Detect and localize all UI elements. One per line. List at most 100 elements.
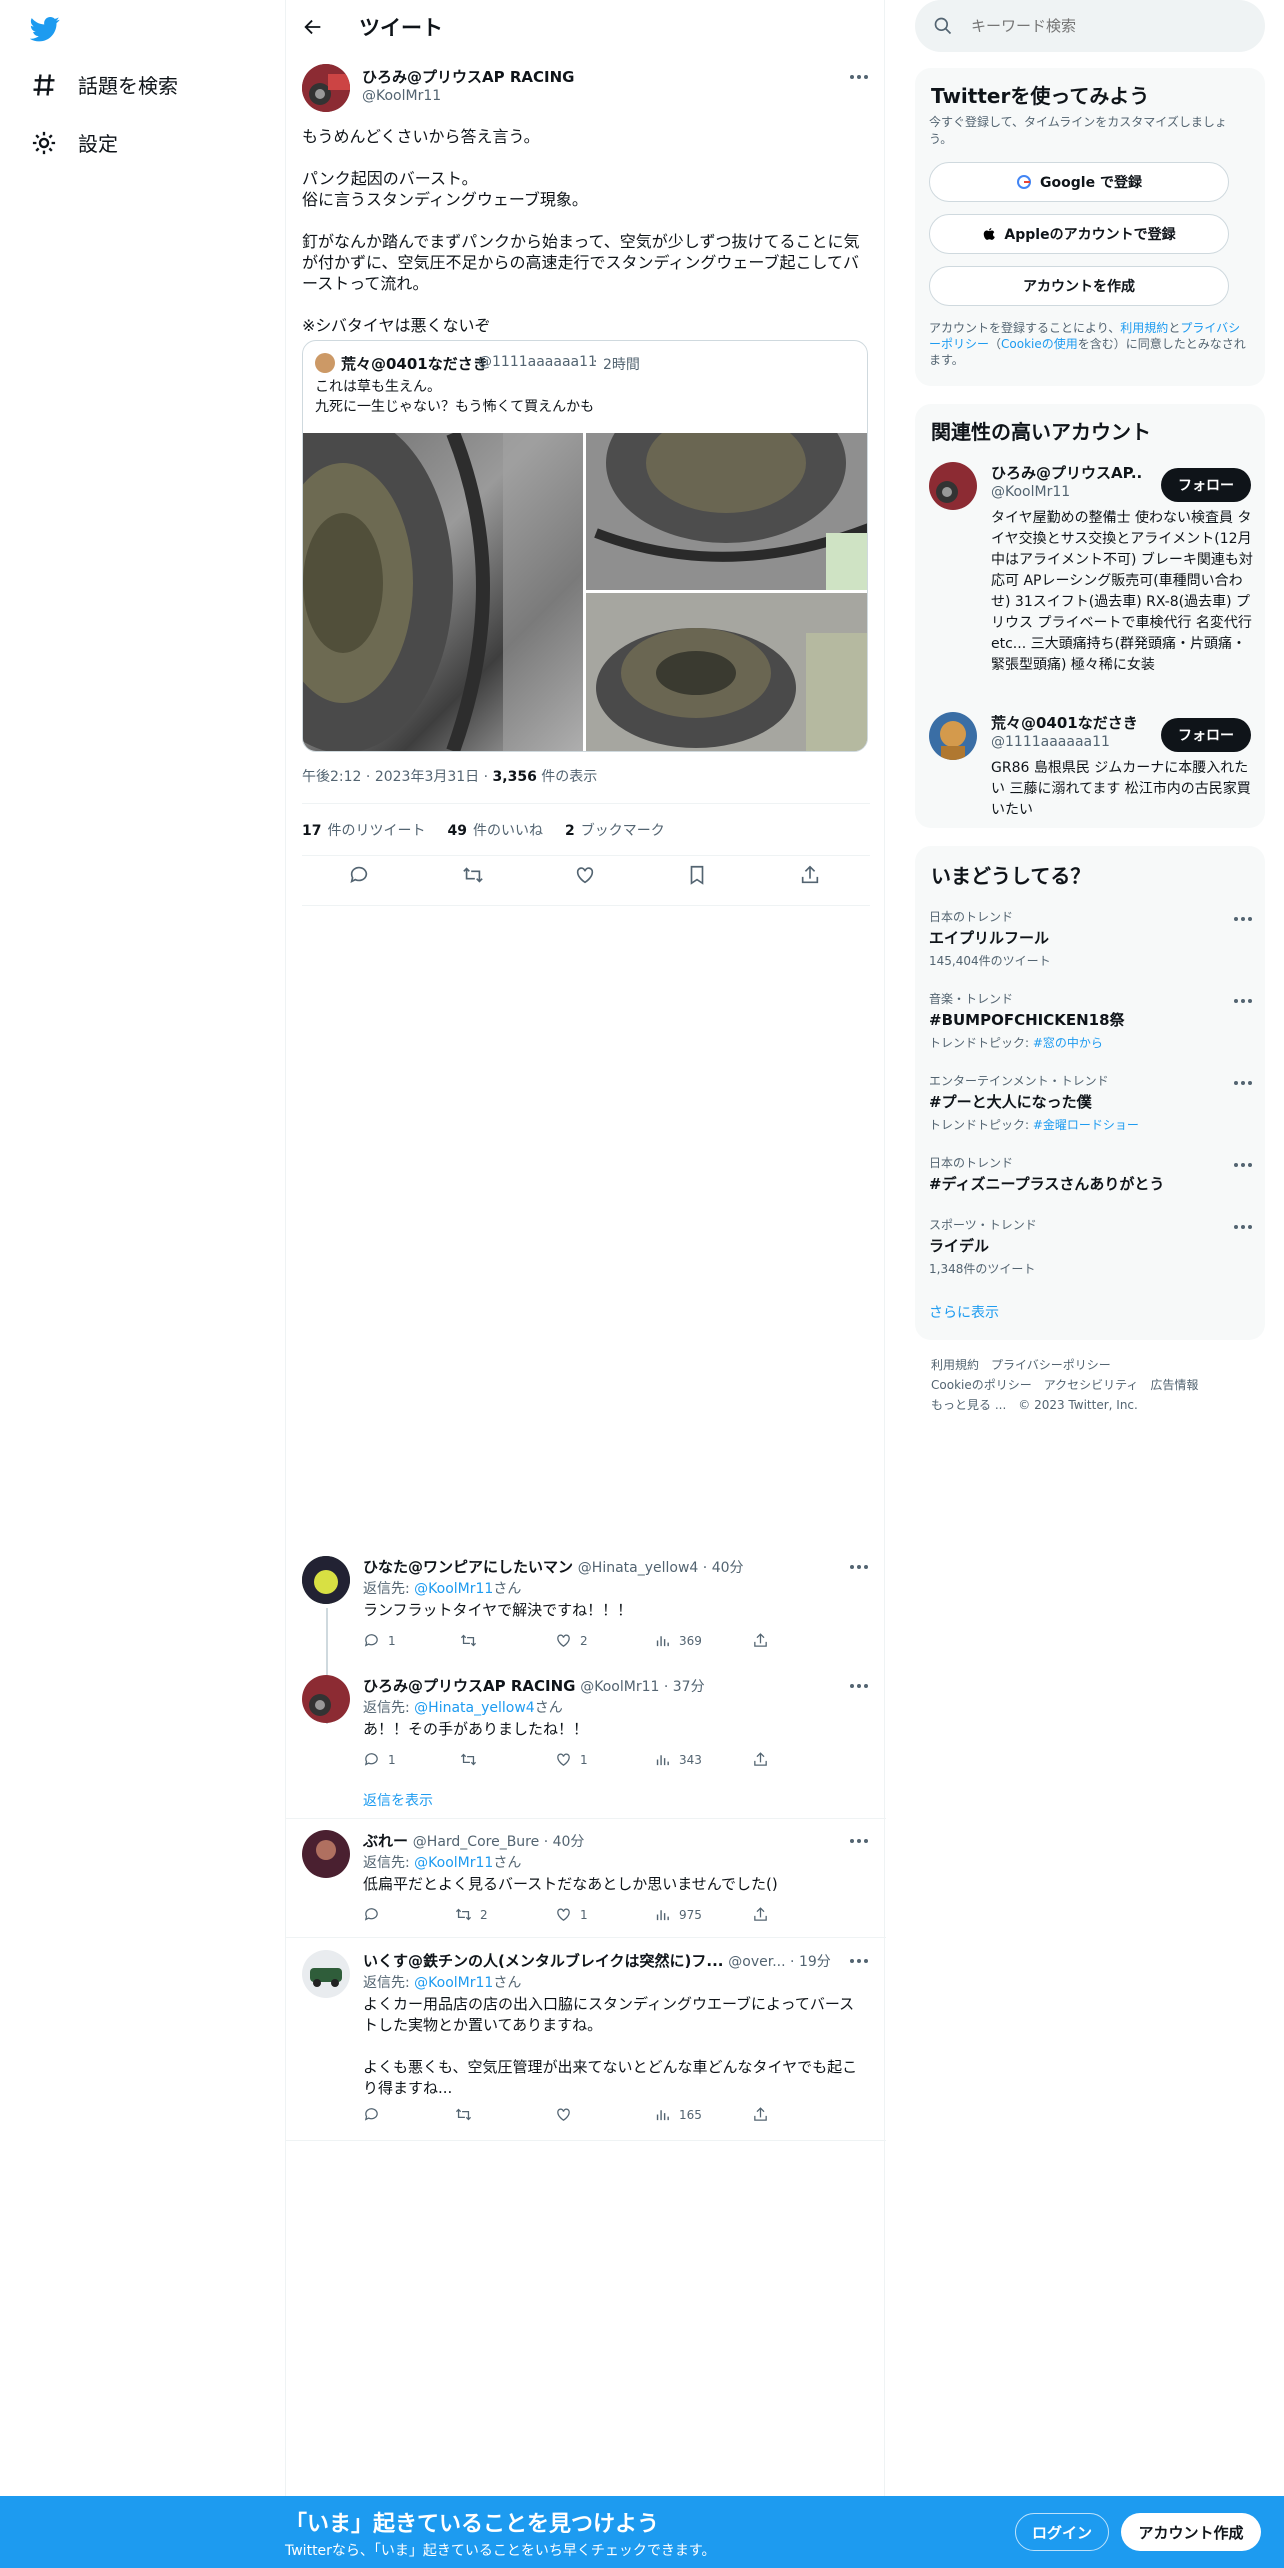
login-button[interactable]: ログイン	[1015, 2513, 1109, 2551]
account-handle[interactable]: @KoolMr11	[991, 484, 1070, 500]
google-signup-button[interactable]: Google で登録	[929, 162, 1229, 202]
reply-time[interactable]: 37分	[673, 1679, 705, 1695]
account-handle[interactable]: @1111aaaaaa11	[991, 734, 1110, 750]
search-input[interactable]	[971, 12, 1241, 40]
reply-reply[interactable]: 1	[363, 1632, 396, 1649]
nav-settings[interactable]: 設定	[30, 128, 118, 157]
reply-views[interactable]: 165	[654, 2106, 702, 2123]
reply-retweet[interactable]	[460, 1632, 485, 1649]
reply-views[interactable]: 343	[654, 1751, 702, 1768]
like-stat[interactable]: 49 件のいいね	[447, 820, 542, 840]
account-avatar[interactable]	[929, 712, 977, 760]
reply-tweet[interactable]: ぶれー @Hard_Core_Bure · 40分 返信先: @KoolMr11…	[286, 1828, 886, 1938]
trend-sub-link[interactable]: #金曜ロードショー	[1033, 1118, 1139, 1132]
footer-link-accessibility[interactable]: アクセシビリティ	[1044, 1378, 1139, 1392]
apple-signup-button[interactable]: Appleのアカウントで登録	[929, 214, 1229, 254]
reply-time[interactable]: 40分	[553, 1834, 585, 1850]
reply-like[interactable]: 1	[555, 1906, 588, 1923]
more-icon[interactable]	[1234, 1224, 1254, 1230]
author-name[interactable]: ひろみ@プリウスAP RACING	[362, 66, 574, 87]
show-replies-link[interactable]: 返信を表示	[363, 1790, 433, 1810]
footer-link-privacy[interactable]: プライバシーポリシー	[991, 1358, 1111, 1372]
more-icon[interactable]	[850, 74, 870, 80]
reply-to-link[interactable]: @KoolMr11	[414, 1975, 493, 1991]
reply-tweet[interactable]: ひろみ@プリウスAP RACING @KoolMr11 · 37分 返信先: @…	[286, 1671, 886, 1781]
tire-photo-3[interactable]	[586, 593, 867, 751]
reply-name[interactable]: いくす@鉄チンの人(メンタルブレイクは突然に)フ...	[363, 1952, 724, 1970]
reply-like[interactable]: 2	[555, 1632, 588, 1649]
trend-item[interactable]: 日本のトレンド エイプリルフール 145,404件のツイート	[929, 908, 1254, 969]
retweet-icon[interactable]	[462, 864, 484, 886]
reply-to-link[interactable]: @KoolMr11	[414, 1855, 493, 1871]
nav-explore[interactable]: 話題を検索	[30, 70, 178, 99]
more-icon[interactable]	[850, 1683, 870, 1689]
reply-avatar[interactable]	[302, 1950, 350, 1998]
bookmark-icon[interactable]	[686, 864, 708, 886]
quoted-tweet[interactable]: 荒々@0401なださき @1111aaaaaa11 · 2時間 これは草も生えん…	[302, 340, 868, 752]
reply-views[interactable]: 975	[654, 1906, 702, 1923]
author-avatar[interactable]	[302, 64, 350, 112]
more-icon[interactable]	[850, 1958, 870, 1964]
reply-to-link[interactable]: @KoolMr11	[414, 1581, 493, 1597]
search-box[interactable]	[915, 0, 1265, 52]
tire-photo-2[interactable]	[586, 383, 867, 590]
retweet-stat[interactable]: 17 件のリツイート	[302, 820, 425, 840]
more-icon[interactable]	[1234, 998, 1254, 1004]
show-more-link[interactable]: さらに表示	[929, 1302, 999, 1322]
reply-name[interactable]: ひなた@ワンピアにしたいマン	[363, 1558, 573, 1576]
trend-item[interactable]: エンターテインメント・トレンド #プーと大人になった僕 トレンドトピック: #金…	[929, 1072, 1254, 1133]
trend-item[interactable]: スポーツ・トレンド ライデル 1,348件のツイート	[929, 1216, 1254, 1277]
reply-share[interactable]	[752, 1751, 769, 1768]
back-arrow-icon[interactable]	[302, 16, 324, 38]
follow-button[interactable]: フォロー	[1161, 718, 1251, 752]
reply-retweet[interactable]	[460, 1751, 485, 1768]
more-icon[interactable]	[850, 1838, 870, 1844]
reply-tweet[interactable]: ひなた@ワンピアにしたいマン @Hinata_yellow4 · 40分 返信先…	[286, 1552, 886, 1724]
account-name[interactable]: 荒々@0401なださき	[991, 712, 1138, 733]
terms-link[interactable]: 利用規約	[1120, 321, 1168, 335]
reply-share[interactable]	[752, 1906, 769, 1923]
reply-like[interactable]	[555, 2106, 580, 2123]
reply-name[interactable]: ひろみ@プリウスAP RACING	[363, 1677, 575, 1695]
reply-tweet[interactable]: いくす@鉄チンの人(メンタルブレイクは突然に)フ... @over... · 1…	[286, 1948, 886, 2138]
reply-views[interactable]: 369	[654, 1632, 702, 1649]
like-icon[interactable]	[574, 864, 596, 886]
reply-retweet[interactable]	[455, 2106, 480, 2123]
reply-reply[interactable]	[363, 1906, 388, 1923]
footer-link-ads[interactable]: 広告情報	[1150, 1378, 1198, 1392]
reply-retweet[interactable]: 2	[455, 1906, 488, 1923]
reply-avatar[interactable]	[302, 1556, 350, 1604]
footer-link-more[interactable]: もっと見る ...	[931, 1398, 1006, 1412]
author-handle[interactable]: @KoolMr11	[362, 88, 441, 104]
tweet-date[interactable]: 2023年3月31日	[375, 769, 479, 785]
more-icon[interactable]	[1234, 1162, 1254, 1168]
reply-handle[interactable]: @over...	[728, 1954, 785, 1970]
footer-link-cookie[interactable]: Cookieのポリシー	[931, 1378, 1032, 1392]
reply-handle[interactable]: @Hard_Core_Bure	[413, 1834, 539, 1850]
twitter-logo-icon[interactable]	[29, 14, 60, 44]
reply-name[interactable]: ぶれー	[363, 1832, 408, 1850]
reply-avatar[interactable]	[302, 1830, 350, 1878]
create-account-button[interactable]: アカウントを作成	[929, 266, 1229, 306]
more-icon[interactable]	[1234, 916, 1254, 922]
reply-icon[interactable]	[348, 864, 370, 886]
trend-item[interactable]: 日本のトレンド #ディズニープラスさんありがとう	[929, 1154, 1254, 1194]
account-name[interactable]: ひろみ@プリウスAP...	[991, 462, 1141, 483]
more-icon[interactable]	[1234, 1080, 1254, 1086]
trend-sub-link[interactable]: #窓の中から	[1033, 1036, 1103, 1050]
reply-handle[interactable]: @Hinata_yellow4	[578, 1560, 699, 1576]
reply-handle[interactable]: @KoolMr11	[580, 1679, 659, 1695]
share-icon[interactable]	[799, 864, 821, 886]
signup-button[interactable]: アカウント作成	[1121, 2513, 1261, 2551]
reply-share[interactable]	[752, 2106, 769, 2123]
reply-time[interactable]: 40分	[712, 1560, 744, 1576]
reply-to-link[interactable]: @Hinata_yellow4	[414, 1700, 535, 1716]
cookie-link[interactable]: Cookieの使用	[1001, 337, 1078, 351]
tweet-time[interactable]: 午後2:12	[302, 769, 361, 785]
reply-avatar[interactable]	[302, 1675, 350, 1723]
reply-reply[interactable]: 1	[363, 1751, 396, 1768]
more-icon[interactable]	[850, 1564, 870, 1570]
footer-link-terms[interactable]: 利用規約	[931, 1358, 979, 1372]
reply-share[interactable]	[752, 1632, 769, 1649]
trend-item[interactable]: 音楽・トレンド #BUMPOFCHICKEN18祭 トレンドトピック: #窓の中…	[929, 990, 1254, 1051]
